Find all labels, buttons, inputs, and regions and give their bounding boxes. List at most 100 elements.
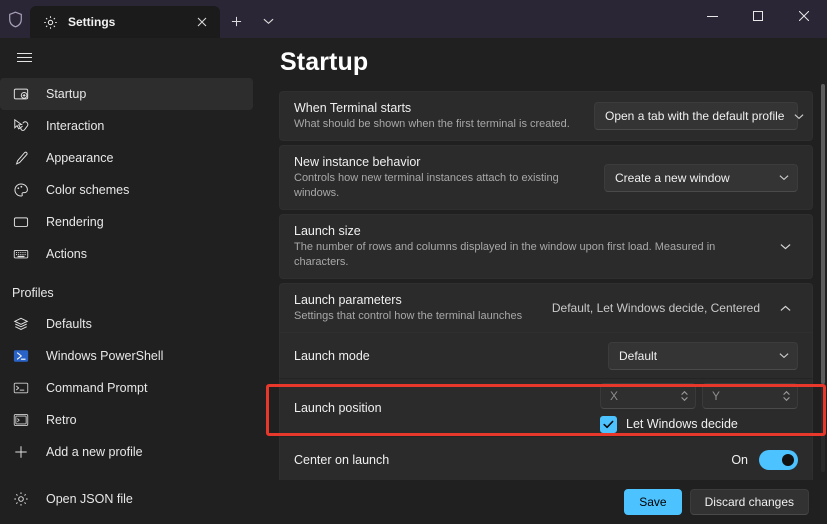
setting-label: Center on launch [294, 453, 731, 467]
close-button[interactable] [781, 0, 827, 32]
cmd-icon [12, 379, 30, 397]
sidebar-item-interaction[interactable]: Interaction [0, 110, 253, 142]
nav-spacer [0, 270, 265, 278]
sidebar-section-profiles: Profiles [0, 278, 265, 308]
setting-subtitle: Settings that control how the terminal l… [294, 309, 552, 324]
checkbox-label: Let Windows decide [626, 417, 738, 431]
spinner-icon[interactable] [782, 390, 791, 402]
setting-label: Launch mode [294, 349, 608, 363]
minimize-button[interactable] [689, 0, 735, 32]
sidebar-item-rendering[interactable]: Rendering [0, 206, 253, 238]
sidebar-item-windows-powershell[interactable]: Windows PowerShell [0, 340, 253, 372]
setting-subtitle: The number of rows and columns displayed… [294, 240, 760, 270]
let-windows-decide-checkbox[interactable] [600, 416, 617, 433]
chevron-down-icon [779, 352, 789, 359]
sidebar-item-startup[interactable]: Startup [0, 78, 253, 110]
sidebar-item-actions[interactable]: Actions [0, 238, 253, 270]
setting-center-on-launch[interactable]: Center on launch On [279, 437, 813, 480]
discard-changes-button[interactable]: Discard changes [690, 489, 809, 515]
sidebar-item-label: Add a new profile [46, 445, 143, 459]
tab-settings[interactable]: Settings [30, 6, 220, 38]
sidebar-item-label: Retro [46, 413, 77, 427]
retro-icon [12, 411, 30, 429]
new-tab-button[interactable] [220, 5, 252, 37]
sidebar-item-defaults[interactable]: Defaults [0, 308, 253, 340]
sidebar-item-label: Color schemes [46, 183, 129, 197]
launch-position-y-input[interactable]: Y [702, 383, 798, 409]
sidebar-item-appearance[interactable]: Appearance [0, 142, 253, 174]
title-bar: Settings [0, 0, 827, 38]
setting-new-instance-behavior[interactable]: New instance behavior Controls how new t… [279, 145, 813, 210]
layers-icon [12, 315, 30, 333]
settings-scroll-area: Startup When Terminal starts What should… [265, 38, 827, 480]
setting-launch-mode[interactable]: Launch mode Default [279, 333, 813, 379]
setting-launch-size[interactable]: Launch size The number of rows and colum… [279, 214, 813, 279]
setting-title: Launch parameters [294, 292, 552, 308]
chevron-down-icon [779, 174, 789, 181]
window-controls [689, 0, 827, 38]
setting-subtitle: What should be shown when the first term… [294, 117, 594, 132]
sidebar-item-label: Defaults [46, 317, 92, 331]
keyboard-icon [12, 245, 30, 263]
shield-icon [0, 0, 30, 38]
save-button[interactable]: Save [624, 489, 681, 515]
setting-when-terminal-starts[interactable]: When Terminal starts What should be show… [279, 91, 813, 141]
settings-window: Settings [0, 0, 827, 524]
setting-title: New instance behavior [294, 154, 604, 170]
maximize-button[interactable] [735, 0, 781, 32]
setting-texts: Launch parameters Settings that control … [294, 284, 552, 332]
dropdown-value: Create a new window [615, 171, 769, 185]
launch-position-controls: X Y [600, 383, 798, 433]
sidebar-item-command-prompt[interactable]: Command Prompt [0, 372, 253, 404]
palette-icon [12, 181, 30, 199]
setting-launch-position[interactable]: Launch position X Y [279, 379, 813, 437]
spinner-icon[interactable] [680, 390, 689, 402]
gear-icon [12, 490, 30, 508]
let-windows-decide-row[interactable]: Let Windows decide [600, 416, 738, 433]
expander-chevron-up-icon[interactable] [772, 295, 798, 321]
center-on-launch-toggle[interactable] [759, 450, 798, 470]
sidebar-spacer [0, 468, 265, 483]
launch-parameters-summary: Default, Let Windows decide, Centered [552, 301, 760, 315]
window-body: Startup Interaction [0, 38, 827, 524]
tab-title: Settings [68, 15, 190, 29]
setting-texts: Launch size The number of rows and colum… [294, 215, 760, 278]
startup-icon [12, 85, 30, 103]
sidebar-item-color-schemes[interactable]: Color schemes [0, 174, 253, 206]
setting-control: Default, Let Windows decide, Centered [552, 295, 798, 321]
position-inputs: X Y [600, 383, 798, 409]
expander-chevron-down-icon[interactable] [772, 234, 798, 260]
hamburger-icon[interactable] [2, 40, 46, 74]
sidebar-item-label: Actions [46, 247, 87, 261]
when-terminal-starts-dropdown[interactable]: Open a tab with the default profile [594, 102, 798, 130]
setting-texts: New instance behavior Controls how new t… [294, 146, 604, 209]
setting-texts: When Terminal starts What should be show… [294, 92, 594, 140]
titlebar-drag-area [284, 0, 689, 38]
toggle-state-label: On [731, 453, 748, 467]
sidebar-item-label: Startup [46, 87, 86, 101]
vertical-scrollbar[interactable] [821, 84, 825, 472]
plus-icon [12, 443, 30, 461]
brush-icon [12, 149, 30, 167]
setting-title: When Terminal starts [294, 100, 594, 116]
setting-label: Launch position [294, 401, 600, 415]
sidebar-item-add-new-profile[interactable]: Add a new profile [0, 436, 253, 468]
display-icon [12, 213, 30, 231]
setting-control: Open a tab with the default profile [594, 102, 798, 130]
chevron-down-icon[interactable] [252, 5, 284, 37]
sidebar-item-open-json-file[interactable]: Open JSON file [0, 483, 253, 515]
launch-position-x-input[interactable]: X [600, 383, 696, 409]
sidebar-item-retro[interactable]: Retro [0, 404, 253, 436]
close-icon[interactable] [190, 10, 214, 34]
page-title: Startup [280, 48, 813, 77]
sidebar-item-label: Rendering [46, 215, 104, 229]
nav-list: Startup Interaction [0, 78, 265, 468]
setting-control [760, 234, 798, 260]
new-instance-behavior-dropdown[interactable]: Create a new window [604, 164, 798, 192]
setting-title: Launch size [294, 223, 760, 239]
setting-launch-parameters[interactable]: Launch parameters Settings that control … [279, 283, 813, 333]
scrollbar-thumb[interactable] [821, 84, 825, 384]
setting-subtitle: Controls how new terminal instances atta… [294, 171, 604, 201]
sidebar-item-label: Appearance [46, 151, 113, 165]
launch-mode-dropdown[interactable]: Default [608, 342, 798, 370]
